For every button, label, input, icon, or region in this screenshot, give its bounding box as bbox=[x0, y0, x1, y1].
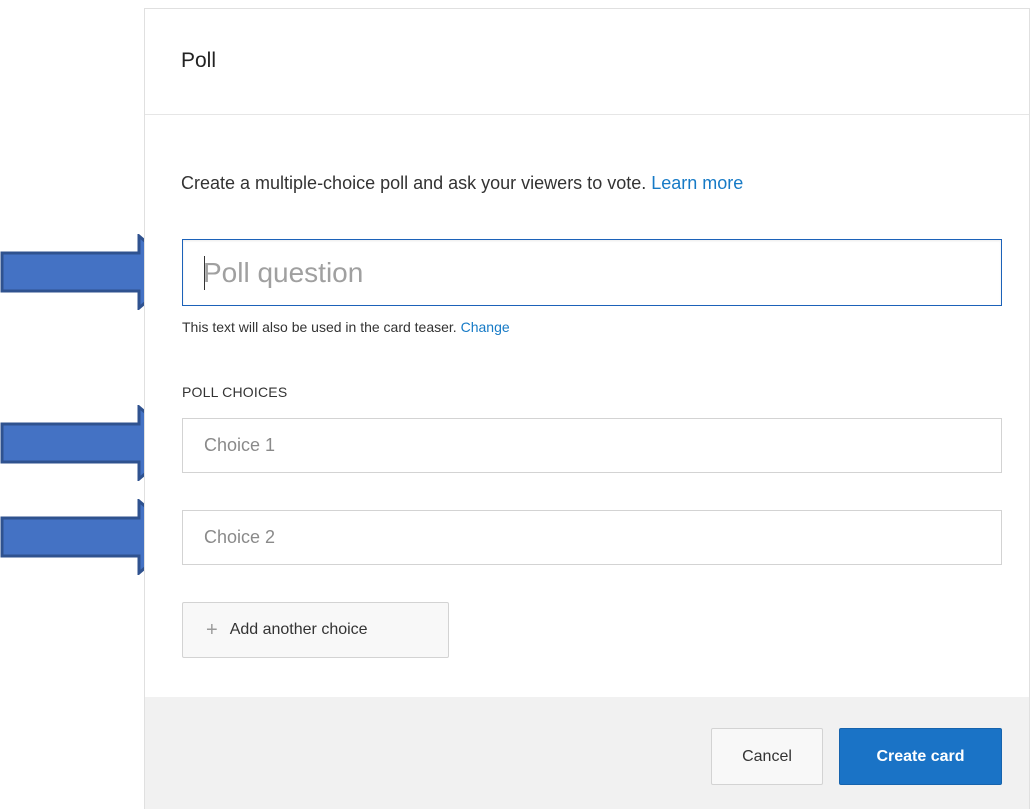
plus-icon: + bbox=[206, 619, 218, 641]
dialog-header: Poll bbox=[145, 9, 1029, 115]
choice-1-input[interactable] bbox=[182, 418, 1002, 473]
change-teaser-link[interactable]: Change bbox=[461, 319, 510, 335]
create-card-button[interactable]: Create card bbox=[839, 728, 1002, 785]
choice-2-input[interactable] bbox=[182, 510, 1002, 565]
cancel-button[interactable]: Cancel bbox=[711, 728, 823, 785]
poll-dialog: Poll Create a multiple-choice poll and a… bbox=[144, 8, 1030, 809]
dialog-title: Poll bbox=[181, 49, 217, 72]
description-text: Create a multiple-choice poll and ask yo… bbox=[181, 173, 647, 193]
learn-more-link[interactable]: Learn more bbox=[651, 173, 743, 193]
poll-choices-label: POLL CHOICES bbox=[182, 384, 288, 400]
dialog-footer: Cancel Create card bbox=[145, 697, 1029, 809]
poll-description: Create a multiple-choice poll and ask yo… bbox=[181, 173, 743, 194]
poll-question-input[interactable] bbox=[183, 240, 1001, 305]
question-hint: This text will also be used in the card … bbox=[182, 319, 510, 335]
add-choice-button[interactable]: + Add another choice bbox=[182, 602, 449, 658]
text-cursor bbox=[204, 256, 205, 290]
poll-question-field[interactable] bbox=[182, 239, 1002, 306]
add-choice-label: Add another choice bbox=[229, 621, 368, 638]
hint-text: This text will also be used in the card … bbox=[182, 319, 457, 335]
